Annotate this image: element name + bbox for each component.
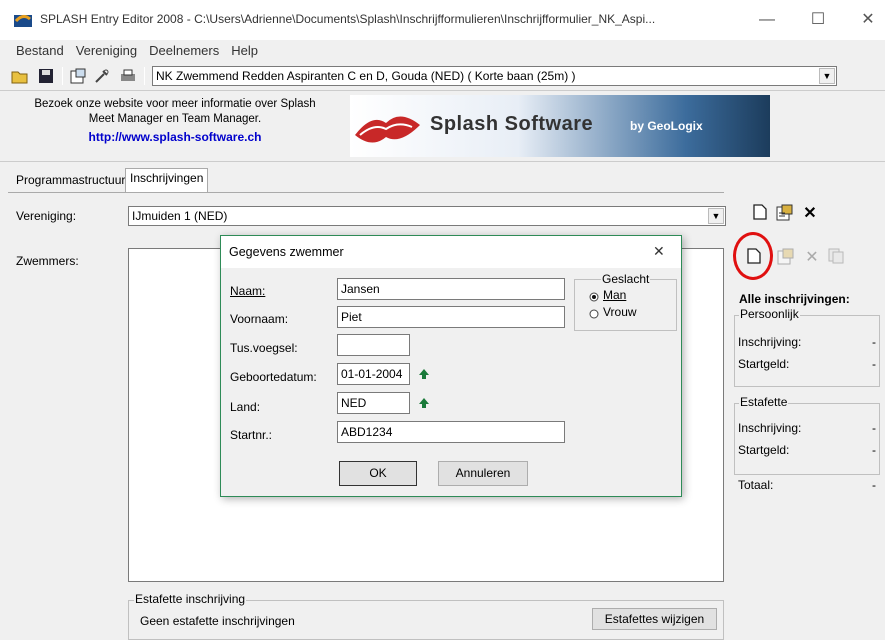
ok-button[interactable]: OK: [339, 461, 417, 486]
persoonlijk-groupbox: [734, 315, 880, 387]
estafette-group-label: Estafette inschrijving: [134, 592, 247, 606]
dialog-close-button[interactable]: ✕: [653, 243, 665, 260]
land-lookup-up-icon[interactable]: [414, 392, 434, 414]
import-icon[interactable]: [775, 204, 795, 224]
land-label: Land:: [230, 400, 261, 414]
chevron-down-icon[interactable]: ▼: [708, 208, 724, 224]
naam-label: Naam:: [230, 284, 266, 298]
estafette-inschrijving-label: Inschrijving:: [738, 421, 802, 435]
radio-vrouw-label[interactable]: Vrouw: [603, 305, 637, 319]
new-document-icon[interactable]: [750, 204, 770, 224]
vereniging-select[interactable]: IJmuiden 1 (NED) ▼: [128, 206, 726, 226]
delete-icon[interactable]: ✕: [800, 204, 820, 224]
open-folder-icon[interactable]: [10, 66, 30, 86]
logo-by-text: by GeoLogix: [630, 119, 703, 133]
toolbar-separator: [62, 67, 63, 85]
radio-man[interactable]: [589, 291, 599, 305]
title-bar: SPLASH Entry Editor 2008 - C:\Users\Adri…: [0, 0, 885, 40]
estafettes-wijzigen-button[interactable]: Estafettes wijzigen: [592, 608, 717, 630]
estafette-summary-groupbox: [734, 403, 880, 475]
banner-text: Bezoek onze website voor meer informatie…: [10, 97, 340, 145]
banner-line2: Meet Manager en Team Manager.: [88, 113, 262, 125]
voornaam-label: Voornaam:: [230, 312, 289, 326]
geboortedatum-field[interactable]: 01-01-2004: [337, 363, 410, 385]
tab-programmastructuur[interactable]: Programmastructuur: [12, 171, 129, 191]
zwemmers-label: Zwemmers:: [16, 254, 79, 268]
tab-inschrijvingen[interactable]: Inschrijvingen: [125, 168, 209, 192]
menu-bestand[interactable]: Bestand: [10, 40, 70, 58]
tusvoegsel-field[interactable]: [337, 334, 410, 356]
persoonlijk-inschrijving-label: Inschrijving:: [738, 335, 802, 349]
estafette-inschrijving-value: -: [872, 421, 876, 435]
menu-vereniging[interactable]: Vereniging: [70, 40, 143, 58]
persoonlijk-label: Persoonlijk: [739, 307, 800, 321]
tusvoegsel-label: Tus.voegsel:: [230, 341, 298, 355]
logo-brand-text: Splash Software: [430, 113, 594, 135]
splash-logo-icon: [355, 116, 420, 143]
meet-select[interactable]: NK Zwemmend Redden Aspiranten C en D, Go…: [152, 66, 837, 86]
save-icon[interactable]: [36, 66, 56, 86]
radio-man-label[interactable]: Man: [603, 288, 626, 302]
alle-inschrijvingen-label: Alle inschrijvingen:: [739, 292, 850, 306]
startnr-label: Startnr.:: [230, 428, 273, 442]
close-button[interactable]: ✕: [853, 6, 883, 34]
estafette-startgeld-label: Startgeld:: [738, 443, 790, 457]
import-swimmer-icon: [776, 248, 796, 268]
menu-deelnemers[interactable]: Deelnemers: [143, 40, 225, 58]
tools-icon[interactable]: [92, 66, 112, 86]
toolbar: NK Zwemmend Redden Aspiranten C en D, Go…: [0, 62, 885, 90]
voornaam-field[interactable]: Piet: [337, 306, 565, 328]
banner-line1: Bezoek onze website voor meer informatie…: [34, 98, 316, 110]
persoonlijk-inschrijving-value: -: [872, 335, 876, 349]
estafette-summary-label: Estafette: [739, 395, 789, 409]
dialog-title: Gegevens zwemmer: [229, 245, 344, 259]
menu-help[interactable]: Help: [225, 40, 264, 58]
meet-select-value: NK Zwemmend Redden Aspiranten C en D, Go…: [156, 69, 576, 83]
estafette-startgeld-value: -: [872, 443, 876, 457]
properties-icon[interactable]: [68, 66, 88, 86]
totaal-value: -: [872, 478, 876, 492]
estafette-status-text: Geen estafette inschrijvingen: [140, 614, 295, 628]
toolbar-separator: [144, 67, 145, 85]
new-swimmer-icon[interactable]: [744, 248, 764, 268]
totaal-label: Totaal:: [738, 478, 774, 492]
delete-swimmer-icon: ✕: [805, 249, 819, 266]
chevron-down-icon[interactable]: ▼: [819, 68, 835, 84]
naam-field[interactable]: Jansen: [337, 278, 565, 300]
banner: Bezoek onze website voor meer informatie…: [0, 90, 885, 162]
geslacht-label: Geslacht: [601, 272, 651, 286]
minimize-button[interactable]: —: [752, 6, 782, 34]
dialog-title-bar: Gegevens zwemmer ✕: [221, 236, 681, 268]
geboortedatum-label: Geboortedatum:: [230, 370, 317, 384]
vereniging-label: Vereniging:: [16, 209, 77, 223]
window-title: SPLASH Entry Editor 2008 - C:\Users\Adri…: [40, 12, 656, 26]
website-link[interactable]: http://www.splash-software.ch: [10, 130, 340, 145]
radio-vrouw[interactable]: [589, 308, 599, 322]
copy-swimmer-icon: [826, 248, 846, 268]
persoonlijk-startgeld-label: Startgeld:: [738, 357, 790, 371]
date-picker-up-icon[interactable]: [414, 363, 434, 385]
annuleren-button[interactable]: Annuleren: [438, 461, 528, 486]
maximize-button[interactable]: ☐: [803, 6, 833, 34]
splash-logo[interactable]: Splash Software by GeoLogix: [350, 95, 770, 157]
persoonlijk-startgeld-value: -: [872, 357, 876, 371]
land-field[interactable]: NED: [337, 392, 410, 414]
app-icon: [14, 11, 32, 27]
startnr-field[interactable]: ABD1234: [337, 421, 565, 443]
vereniging-select-value: IJmuiden 1 (NED): [132, 209, 228, 223]
print-icon[interactable]: [118, 66, 138, 86]
menu-bar: Bestand Vereniging Deelnemers Help: [0, 40, 885, 62]
swimmer-dialog: Gegevens zwemmer ✕ Naam: Jansen Voornaam…: [220, 235, 682, 497]
